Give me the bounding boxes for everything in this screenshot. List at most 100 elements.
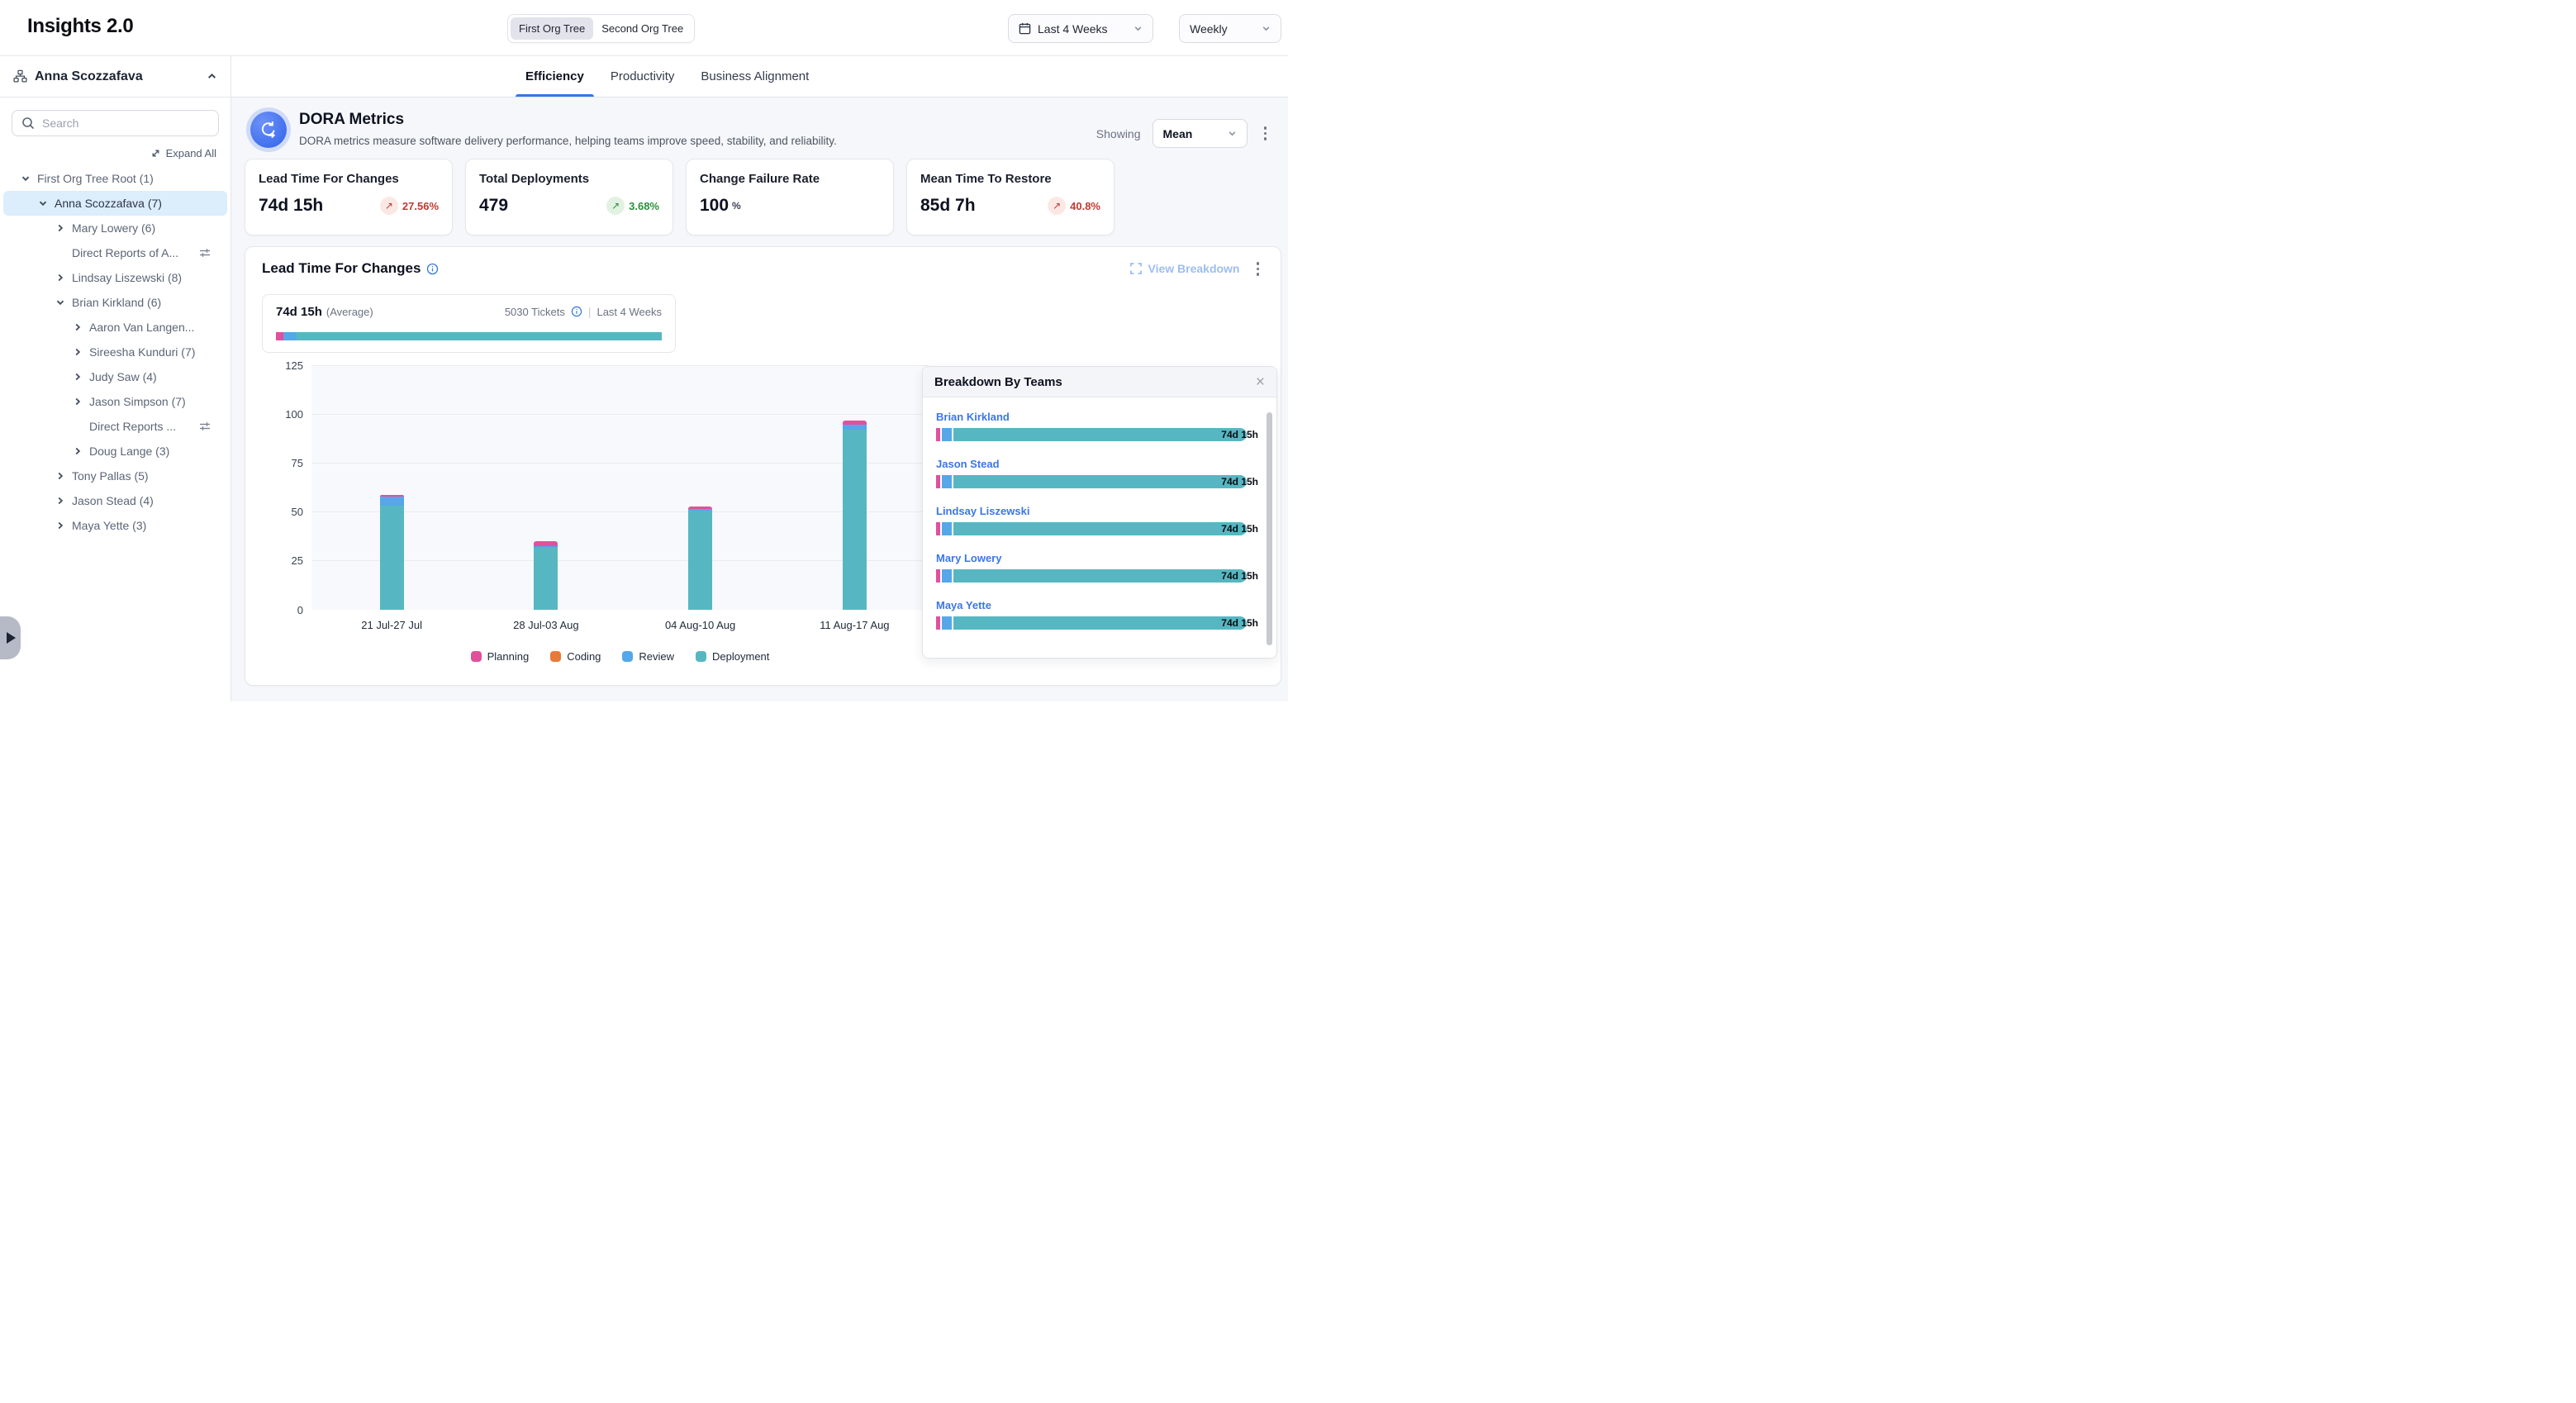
panel-scrollbar[interactable] <box>1267 412 1272 645</box>
view-breakdown-button[interactable]: View Breakdown <box>1130 262 1239 275</box>
chevron-down-icon[interactable] <box>37 198 49 208</box>
date-range-select[interactable]: Last 4 Weeks <box>1008 14 1153 43</box>
chart-bar-2[interactable] <box>534 541 558 609</box>
bar-segment-review <box>942 616 952 630</box>
average-value: 74d 15h <box>276 305 322 319</box>
info-icon[interactable] <box>571 306 582 317</box>
expand-all-label: Expand All <box>166 147 216 159</box>
granularity-select[interactable]: Weekly <box>1179 14 1281 43</box>
chevron-right-icon[interactable] <box>72 397 83 407</box>
chevron-right-icon[interactable] <box>72 347 83 357</box>
tree-item-direct-reports-of-a[interactable]: Direct Reports of A... <box>3 240 227 265</box>
chart-bar-3[interactable] <box>688 507 712 609</box>
filters-icon[interactable] <box>199 247 211 259</box>
chevron-down-icon[interactable] <box>55 297 66 307</box>
legend-swatch <box>622 651 633 662</box>
bar-segment-planning <box>936 475 940 488</box>
chevron-right-icon[interactable] <box>55 496 66 506</box>
chevron-down-icon[interactable] <box>20 174 31 183</box>
info-icon[interactable] <box>426 263 439 275</box>
dora-titles: DORA Metrics DORA metrics measure softwa… <box>299 109 837 147</box>
team-name-link[interactable]: Maya Yette <box>936 599 1258 611</box>
dora-description: DORA metrics measure software delivery p… <box>299 135 837 147</box>
expand-all-button[interactable]: Expand All <box>0 147 216 159</box>
tab-business-alignment[interactable]: Business Alignment <box>699 56 810 97</box>
legend-item-deployment[interactable]: Deployment <box>696 650 769 663</box>
y-axis-tick: 75 <box>262 457 303 469</box>
tree-item-judy-saw-4[interactable]: Judy Saw (4) <box>3 364 227 389</box>
tab-efficiency[interactable]: Efficiency <box>524 56 586 97</box>
team-row-jason-stead: Jason Stead 74d 15h <box>936 458 1258 488</box>
filters-icon[interactable] <box>199 421 211 432</box>
tree-item-jason-simpson-7[interactable]: Jason Simpson (7) <box>3 389 227 414</box>
tree-item-anna-scozzafava-7[interactable]: Anna Scozzafava (7) <box>3 191 227 216</box>
team-stacked-bar[interactable]: 74d 15h <box>936 569 1258 583</box>
tree-item-lindsay-liszewski-8[interactable]: Lindsay Liszewski (8) <box>3 265 227 290</box>
showing-select[interactable]: Mean <box>1153 119 1248 148</box>
tab-productivity[interactable]: Productivity <box>609 56 677 97</box>
chart-bar-1[interactable] <box>380 495 404 609</box>
team-stacked-bar[interactable]: 74d 15h <box>936 428 1258 441</box>
chevron-right-icon[interactable] <box>55 273 66 283</box>
chevron-right-icon[interactable] <box>55 521 66 530</box>
bar-segment-deployment <box>953 428 1247 441</box>
tree-item-label: Anna Scozzafava (7) <box>55 197 162 210</box>
team-stacked-bar[interactable]: 74d 15h <box>936 522 1258 535</box>
chevron-right-icon[interactable] <box>72 322 83 332</box>
org-tree-option[interactable]: First Org Tree <box>511 17 593 40</box>
chart-legend: Planning Coding Review Deployment <box>311 650 929 663</box>
chevron-right-icon[interactable] <box>72 446 83 456</box>
team-name-link[interactable]: Jason Stead <box>936 458 1258 470</box>
lead-time-kebab-menu[interactable] <box>1252 259 1265 279</box>
date-range-value: Last 4 Weeks <box>1038 22 1108 36</box>
org-tree-option[interactable]: Second Org Tree <box>593 17 692 40</box>
team-stacked-bar[interactable]: 74d 15h <box>936 616 1258 630</box>
dora-kebab-menu[interactable] <box>1259 123 1272 144</box>
bar-segment-review <box>380 497 404 506</box>
content: DORA Metrics DORA metrics measure softwa… <box>231 97 1288 702</box>
team-row-mary-lowery: Mary Lowery 74d 15h <box>936 552 1258 583</box>
bar-segment-deployment <box>953 475 1247 488</box>
bar-segment-deployment <box>380 506 404 610</box>
team-name-link[interactable]: Mary Lowery <box>936 552 1258 564</box>
tree-item-label: Mary Lowery (6) <box>72 221 155 235</box>
legend-item-coding[interactable]: Coding <box>550 650 601 663</box>
bar-segment-deployment <box>953 569 1247 583</box>
chevron-right-icon[interactable] <box>72 372 83 382</box>
tree-item-maya-yette-3[interactable]: Maya Yette (3) <box>3 513 227 538</box>
team-name-link[interactable]: Lindsay Liszewski <box>936 505 1258 517</box>
tree-item-jason-stead-4[interactable]: Jason Stead (4) <box>3 488 227 513</box>
team-stacked-bar[interactable]: 74d 15h <box>936 475 1258 488</box>
sidebar-collapse-handle[interactable] <box>0 616 21 659</box>
trend-up-arrow-icon: ↗ <box>606 197 625 215</box>
x-axis-label: 21 Jul-27 Jul <box>361 619 422 631</box>
team-value: 74d 15h <box>1221 570 1258 582</box>
chevron-right-icon[interactable] <box>55 471 66 481</box>
tree-item-label: Jason Simpson (7) <box>89 395 186 408</box>
average-card: 74d 15h (Average) 5030 Tickets | <box>262 294 676 353</box>
tree-item-label: Direct Reports ... <box>89 420 176 433</box>
sidebar-header[interactable]: Anna Scozzafava <box>0 56 231 97</box>
close-icon[interactable]: × <box>1256 374 1265 390</box>
tree-item-tony-pallas-5[interactable]: Tony Pallas (5) <box>3 464 227 488</box>
tree-item-first-org-tree-root-1[interactable]: First Org Tree Root (1) <box>3 166 227 191</box>
search-input[interactable] <box>12 110 219 136</box>
metric-value: 100 <box>700 196 729 216</box>
team-name-link[interactable]: Brian Kirkland <box>936 411 1258 423</box>
metric-label: Lead Time For Changes <box>259 172 439 186</box>
tree-item-doug-lange-3[interactable]: Doug Lange (3) <box>3 439 227 464</box>
bar-segment-deployment <box>953 522 1247 535</box>
tree-item-brian-kirkland-6[interactable]: Brian Kirkland (6) <box>3 290 227 315</box>
chevron-right-icon[interactable] <box>55 223 66 233</box>
tree-item-aaron-van-langen[interactable]: Aaron Van Langen... <box>3 315 227 340</box>
chevron-up-icon[interactable] <box>207 71 217 82</box>
tree-item-direct-reports[interactable]: Direct Reports ... <box>3 414 227 439</box>
tree-item-sireesha-kunduri-7[interactable]: Sireesha Kunduri (7) <box>3 340 227 364</box>
sidebar-owner-name: Anna Scozzafava <box>35 69 207 84</box>
legend-item-review[interactable]: Review <box>622 650 674 663</box>
chevron-down-icon <box>1262 24 1271 33</box>
chart-bar-4[interactable] <box>843 421 867 610</box>
metric-card-total-deployments: Total Deployments479↗3.68% <box>465 159 673 235</box>
tree-item-mary-lowery-6[interactable]: Mary Lowery (6) <box>3 216 227 240</box>
legend-item-planning[interactable]: Planning <box>471 650 530 663</box>
